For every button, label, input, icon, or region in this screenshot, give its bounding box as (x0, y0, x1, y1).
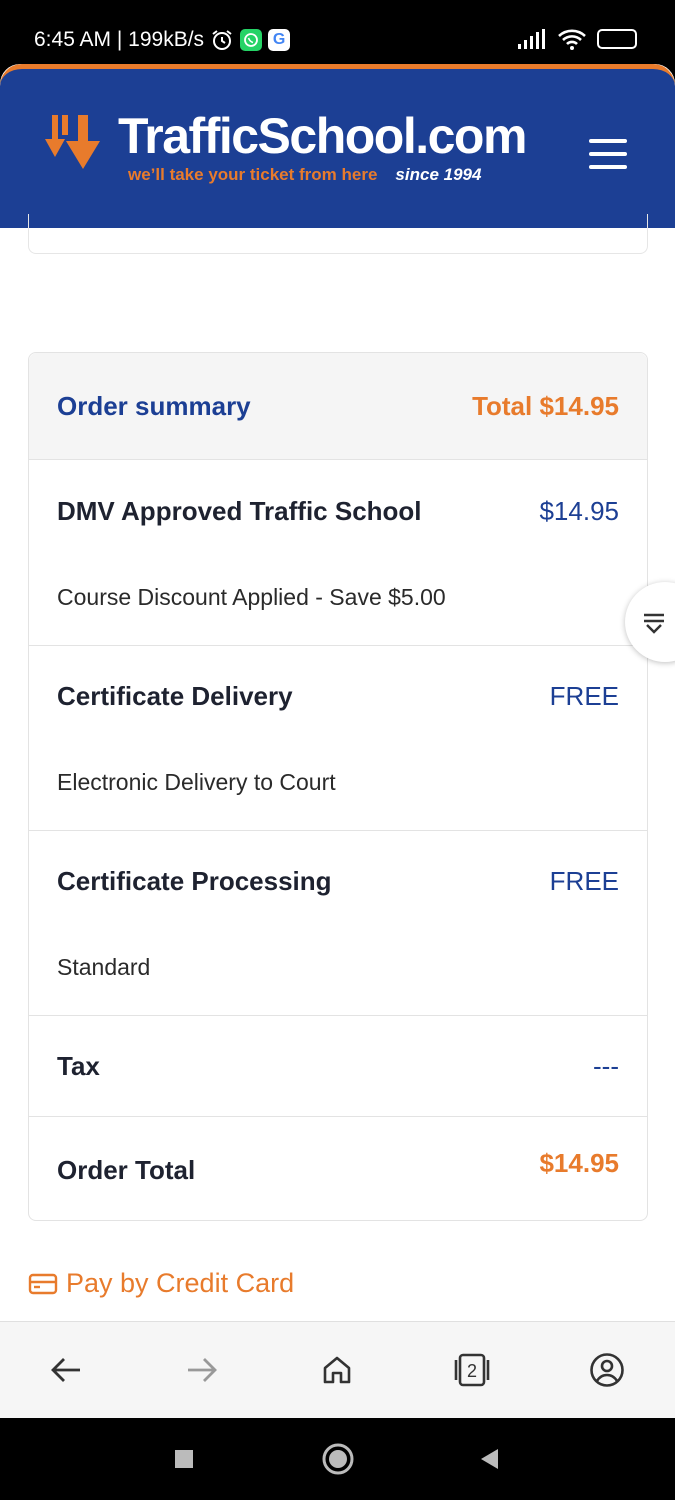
previous-card (28, 214, 648, 254)
site-logo[interactable]: TrafficSchool.com we’ll take your ticket… (44, 108, 527, 185)
home-button[interactable] (317, 1350, 357, 1390)
battery-level: 94 (609, 31, 625, 47)
site-header: TrafficSchool.com we’ll take your ticket… (0, 64, 675, 228)
back-icon (51, 1358, 80, 1382)
order-summary-header: Order summary Total $14.95 (29, 353, 647, 460)
back-system-button[interactable] (473, 1442, 507, 1476)
menu-line (589, 152, 627, 156)
row-price: FREE (549, 866, 619, 896)
home-icon (323, 1356, 351, 1384)
logo-tagline: we’ll take your ticket from here (128, 165, 378, 184)
credit-card-icon (28, 1273, 58, 1294)
order-summary-title: Order summary (57, 390, 251, 421)
row-title: Certificate Delivery (57, 681, 293, 711)
order-row-delivery: Certificate Delivery FREE Electronic Del… (29, 646, 647, 831)
menu-button[interactable] (589, 139, 627, 169)
order-summary-card: Order summary Total $14.95 DMV Approved … (28, 352, 648, 1221)
row-price: $14.95 (539, 1148, 619, 1178)
tabs-icon: 2 (454, 1353, 490, 1387)
order-row-processing: Certificate Processing FREE Standard (29, 831, 647, 1016)
row-price: $14.95 (539, 496, 619, 526)
back-button[interactable] (46, 1350, 86, 1390)
logo-name: TrafficSchool.com (118, 108, 527, 164)
account-icon (590, 1353, 624, 1387)
battery-icon: 94 (597, 29, 637, 49)
recents-button[interactable] (167, 1442, 201, 1476)
status-time: 6:45 AM | 199kB/s (34, 28, 205, 51)
system-nav-bar (0, 1418, 675, 1500)
pay-label: Pay by Credit Card (66, 1268, 295, 1298)
home-circle-icon (322, 1443, 354, 1475)
forward-button[interactable] (182, 1350, 222, 1390)
tabs-count: 2 (467, 1361, 477, 1381)
filter-chevron-icon (644, 613, 664, 634)
pay-by-credit-card-link[interactable]: Pay by Credit Card (28, 1268, 294, 1299)
order-row-course: DMV Approved Traffic School $14.95 Cours… (29, 460, 647, 646)
order-row-total: Order Total $14.95 (29, 1117, 647, 1221)
google-icon: G (268, 29, 291, 51)
alarm-icon (210, 28, 234, 52)
tabs-button[interactable]: 2 (452, 1350, 492, 1390)
row-price: FREE (549, 681, 619, 711)
row-title: Tax (57, 1051, 100, 1081)
menu-line (589, 139, 627, 143)
row-price: --- (593, 1051, 619, 1081)
recents-icon (175, 1450, 193, 1468)
row-title: DMV Approved Traffic School (57, 496, 422, 526)
row-title: Certificate Processing (57, 866, 332, 896)
page-viewport: TrafficSchool.com we’ll take your ticket… (0, 64, 675, 1321)
row-title: Order Total (57, 1155, 196, 1185)
home-system-button[interactable] (321, 1442, 355, 1476)
logo-since: since 1994 (395, 165, 482, 184)
browser-toolbar: 2 (0, 1321, 675, 1418)
wifi-icon (557, 28, 587, 50)
account-button[interactable] (587, 1350, 627, 1390)
signal-icon (517, 29, 547, 49)
whatsapp-icon (240, 29, 263, 51)
row-subtitle: Course Discount Applied - Save $5.00 (57, 584, 446, 610)
menu-line (589, 165, 627, 169)
back-triangle-icon (481, 1449, 498, 1469)
forward-icon (188, 1358, 217, 1382)
row-subtitle: Standard (57, 954, 151, 980)
row-subtitle: Electronic Delivery to Court (57, 769, 336, 795)
order-summary-total: Total $14.95 (472, 390, 619, 421)
order-row-tax: Tax --- (29, 1016, 647, 1117)
status-bar: 6:45 AM | 199kB/s G 94 (0, 0, 675, 66)
logo-arrows-icon (45, 115, 100, 169)
